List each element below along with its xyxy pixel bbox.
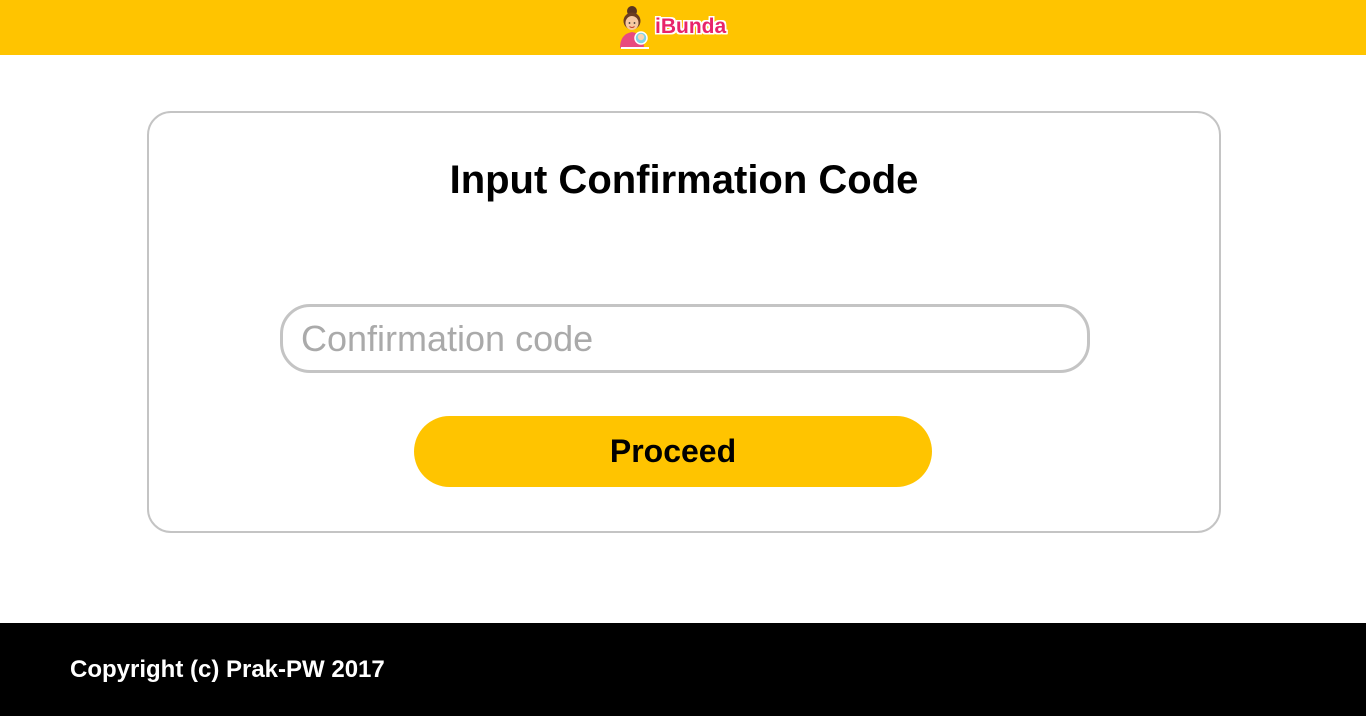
brand-logo-link[interactable]: iBunda xyxy=(617,4,726,50)
brand-name: iBunda xyxy=(655,15,727,38)
mother-with-child-icon xyxy=(617,4,653,50)
proceed-button[interactable]: Proceed xyxy=(414,416,932,487)
top-header-bar: iBunda xyxy=(0,0,1366,55)
copyright-text: Copyright (c) Prak-PW 2017 xyxy=(70,656,385,683)
confirmation-code-input[interactable] xyxy=(280,304,1090,373)
footer: Copyright (c) Prak-PW 2017 xyxy=(0,623,1366,716)
confirmation-card: Input Confirmation Code Proceed xyxy=(147,111,1221,533)
page-title: Input Confirmation Code xyxy=(449,158,919,202)
